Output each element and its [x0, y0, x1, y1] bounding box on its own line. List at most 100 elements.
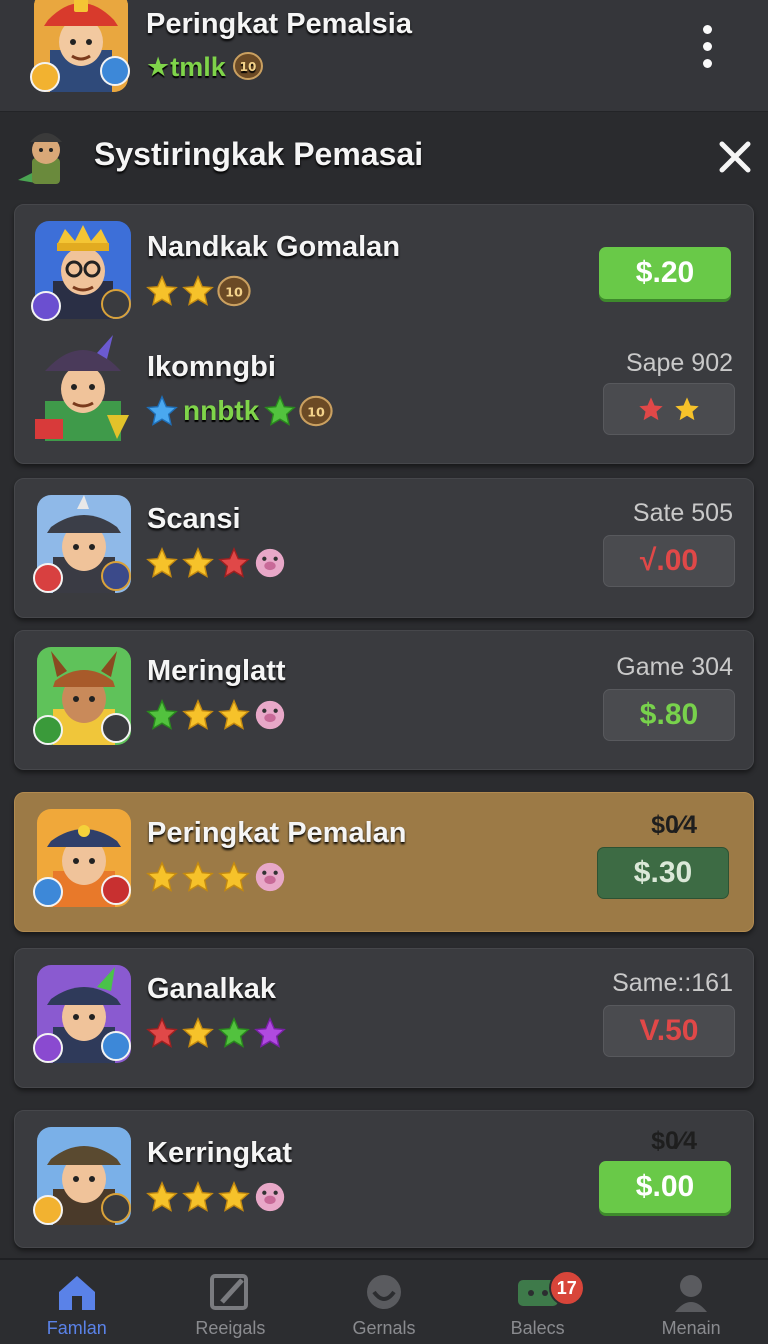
avatar[interactable] — [33, 1127, 131, 1225]
star-yellow-icon — [182, 1017, 214, 1048]
grass-badge-icon — [33, 715, 63, 745]
wizard-avatar-icon — [35, 335, 129, 441]
rating-button[interactable] — [603, 383, 735, 435]
star-yellow-icon — [146, 547, 178, 578]
star-red-icon — [639, 397, 663, 421]
price-button[interactable]: V.50 — [603, 1005, 735, 1057]
leaderboard-card: Scansi Sate 505 √.00 — [14, 478, 754, 618]
score-label: Sape 902 — [625, 349, 733, 377]
leaderboard-card: Meringlatt Game 304 $.80 — [14, 630, 754, 770]
avatar[interactable] — [33, 495, 131, 593]
sword-badge-icon — [33, 1033, 63, 1063]
player-name: Ganalkak — [147, 973, 276, 1005]
nav-item-home[interactable]: Famlan — [0, 1260, 154, 1344]
rating-stars: 10 — [145, 273, 251, 309]
player-avatar[interactable] — [30, 0, 130, 92]
badge-text: nnbtk — [183, 395, 260, 426]
star-yellow-icon — [182, 547, 214, 578]
star-yellow-icon — [182, 699, 214, 730]
star-blue-icon — [146, 395, 178, 426]
check-badge-icon — [101, 289, 131, 319]
pig-icon — [255, 548, 285, 578]
rating-stars — [145, 1015, 287, 1051]
home-icon — [58, 1276, 95, 1310]
star-red-icon — [146, 1017, 178, 1048]
star-yellow-icon — [218, 699, 250, 730]
pig-icon — [255, 1182, 285, 1212]
top-bar: Peringkat Pemalsia ★tmlk 10 — [0, 0, 768, 112]
bottom-navigation: Famlan Reeigals Gernals 17 Balecs Menain — [0, 1258, 768, 1344]
coin-badge-icon: 10 — [233, 52, 264, 80]
rating-stars — [145, 697, 287, 733]
feather-badge-icon — [100, 56, 130, 86]
nav-label: Balecs — [510, 1318, 565, 1338]
avatar[interactable] — [33, 809, 131, 907]
sword-badge-icon — [101, 713, 131, 743]
notification-badge: 17 — [548, 1270, 585, 1306]
star-green-icon — [218, 1017, 250, 1048]
star-red-icon — [218, 547, 250, 578]
globe-icon — [366, 1275, 401, 1309]
price-button[interactable]: $.20 — [599, 247, 731, 299]
character-mini-icon — [18, 133, 62, 184]
check-badge-icon — [101, 1193, 131, 1223]
price-button[interactable]: $.80 — [603, 689, 735, 741]
leaderboard-card-highlighted: Peringkat Pemalan $0⁄4 $.30 — [14, 792, 754, 932]
nav-label: Menain — [661, 1318, 721, 1338]
star-purple-icon — [254, 1017, 286, 1048]
feather-badge-icon — [101, 1031, 131, 1061]
shield-badge-icon — [33, 877, 63, 907]
avatar[interactable] — [33, 965, 131, 1063]
nav-label: Gernals — [352, 1318, 416, 1338]
svg-text:10: 10 — [307, 406, 325, 421]
coin-badge-icon: 10 — [299, 395, 333, 427]
star-yellow-icon — [218, 861, 250, 892]
price-button[interactable]: $.00 — [599, 1161, 731, 1213]
star-yellow-icon — [146, 861, 178, 892]
pig-icon — [255, 700, 285, 730]
player-name: Nandkak Gomalan — [147, 231, 401, 263]
price-button[interactable]: $.30 — [597, 847, 729, 899]
avatar[interactable] — [35, 335, 131, 441]
nav-label: Famlan — [46, 1318, 107, 1338]
nav-item-menain[interactable]: Menain — [614, 1260, 768, 1344]
star-yellow-icon — [182, 275, 214, 306]
coin-badge-icon: 10 — [217, 275, 251, 307]
score-label: Sate 505 — [632, 499, 733, 527]
check-badge-icon — [101, 561, 131, 591]
score-label: Game 304 — [616, 653, 733, 681]
star-yellow-icon — [675, 397, 699, 421]
player-name: Scansi — [147, 503, 241, 535]
player-name: Meringlatt — [147, 655, 286, 687]
heart-badge-icon — [101, 875, 131, 905]
nav-item-balecs[interactable]: 17 Balecs — [461, 1260, 615, 1344]
leaderboard-card: Nandkak Gomalan 10 $.20 Ikomngbi nnbtk 1… — [14, 204, 754, 464]
nav-item-gernals[interactable]: Gernals — [307, 1260, 461, 1344]
nav-label: Reeigals — [195, 1318, 266, 1338]
star-yellow-icon — [182, 1181, 214, 1212]
star-yellow-icon — [218, 1181, 250, 1212]
star-yellow-icon — [146, 275, 178, 306]
svg-text:10: 10 — [225, 286, 243, 301]
close-icon[interactable] — [714, 136, 756, 178]
avatar[interactable] — [33, 647, 131, 745]
star-green-icon — [146, 699, 178, 730]
header-title: Peringkat Pemalsia — [146, 8, 412, 40]
star-icon: ★ — [146, 52, 171, 82]
rating-stars: nnbtk 10 — [145, 393, 333, 429]
player-name: Peringkat Pemalan — [147, 817, 407, 849]
player-name: Ikomngbi — [147, 351, 276, 383]
score-label: Same::161 — [612, 969, 733, 997]
panel-title: Systiringkak Pemasai — [94, 136, 424, 172]
profile-icon — [675, 1275, 708, 1312]
sword-badge-icon — [31, 291, 61, 321]
bolt-badge-icon — [33, 1195, 63, 1225]
star-yellow-icon — [146, 1181, 178, 1212]
more-vertical-icon[interactable] — [690, 20, 724, 74]
leaderboard-card: Ganalkak Same::161 V.50 — [14, 948, 754, 1088]
avatar[interactable] — [31, 221, 131, 321]
header-subtitle-text: tmlk — [170, 52, 226, 82]
nav-item-reeigals[interactable]: Reeigals — [154, 1260, 308, 1344]
bolt-badge-icon — [30, 62, 60, 92]
price-button[interactable]: √.00 — [603, 535, 735, 587]
